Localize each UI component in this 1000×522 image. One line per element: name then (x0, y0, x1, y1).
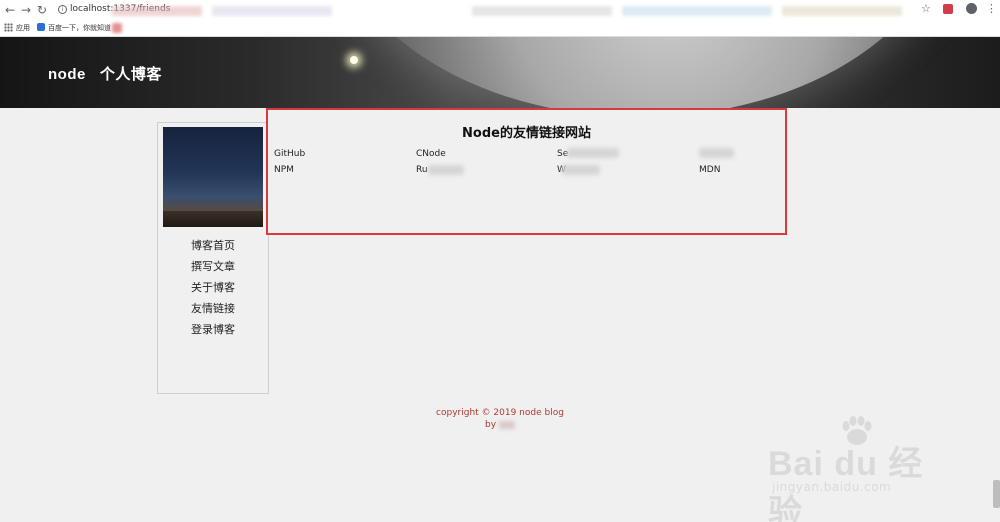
apps-grid-icon[interactable] (4, 23, 13, 32)
link-ru[interactable]: Ru (416, 165, 428, 175)
blurred-bookmark (112, 23, 122, 33)
bookmark-apps[interactable]: 应用 (16, 23, 30, 33)
friends-panel: Node的友情链接网站 GitHub CNode Se NPM Ru W MDN (266, 108, 787, 235)
sidebar-item-login[interactable]: 登录博客 (158, 319, 268, 340)
back-icon[interactable]: ← (3, 3, 17, 17)
sidebar-item-write[interactable]: 撰写文章 (158, 256, 268, 277)
blurred-tab-area (112, 6, 202, 16)
blurred-tab-area (782, 6, 902, 16)
link-cnode[interactable]: CNode (416, 149, 446, 159)
site-title[interactable]: node 个人博客 (48, 63, 162, 84)
blurred-link-text (567, 148, 619, 158)
scrollbar-thumb[interactable] (993, 480, 1000, 508)
blurred-link-text (428, 165, 464, 175)
sidebar-item-home[interactable]: 博客首页 (158, 235, 268, 256)
blurred-tab-area (212, 6, 332, 16)
blurred-author (498, 420, 515, 429)
by-text: by (485, 420, 497, 430)
link-mdn[interactable]: MDN (699, 165, 720, 175)
sidebar-item-friends[interactable]: 友情链接 (158, 298, 268, 319)
bookmark-baidu[interactable]: 百度一下，你就知道 (48, 23, 111, 33)
watermark-logo-text: Bai du 经验 (768, 445, 924, 522)
author-line: by (380, 419, 620, 431)
watermark-url: jingyan.baidu.com (772, 480, 892, 494)
extension-icon[interactable] (943, 4, 953, 14)
sidebar: 博客首页 撰写文章 关于博客 友情链接 登录博客 (157, 122, 269, 394)
footer: copyright © 2019 node blog by (380, 407, 620, 431)
profile-icon[interactable] (966, 3, 977, 14)
sidebar-item-about[interactable]: 关于博客 (158, 277, 268, 298)
browser-chrome: ← → ↻ i localhost:1337/friends ☆ ⋮ 应用 百度… (0, 0, 1000, 37)
blurred-tab-area (622, 6, 772, 16)
reload-icon[interactable]: ↻ (35, 3, 49, 17)
panel-title: Node的友情链接网站 (462, 126, 591, 141)
baidu-watermark: Bai du 经验 jingyan.baidu.com (768, 416, 948, 522)
address-bar[interactable]: i localhost:1337/friends (52, 2, 932, 18)
planet-image (330, 37, 950, 108)
avatar-landscape (163, 211, 263, 227)
star-glow (350, 56, 358, 64)
baidu-favicon-icon (37, 23, 45, 31)
header-banner: node 个人博客 (0, 37, 1000, 108)
avatar (163, 127, 263, 227)
sidebar-menu: 博客首页 撰写文章 关于博客 友情链接 登录博客 (158, 235, 268, 340)
copyright-text: copyright © 2019 node blog (436, 408, 564, 418)
menu-icon[interactable]: ⋮ (986, 2, 997, 15)
blurred-link-text (562, 165, 600, 175)
browser-toolbar: ← → ↻ i localhost:1337/friends ☆ ⋮ (0, 0, 1000, 20)
blurred-link-text (699, 148, 734, 158)
blurred-tab-area (472, 6, 612, 16)
info-icon[interactable]: i (58, 5, 67, 14)
forward-icon[interactable]: → (19, 3, 33, 17)
bookmarks-bar: 应用 百度一下，你就知道 (0, 20, 1000, 36)
link-github[interactable]: GitHub (274, 149, 305, 159)
link-npm[interactable]: NPM (274, 165, 294, 175)
bookmark-star-icon[interactable]: ☆ (921, 2, 931, 15)
